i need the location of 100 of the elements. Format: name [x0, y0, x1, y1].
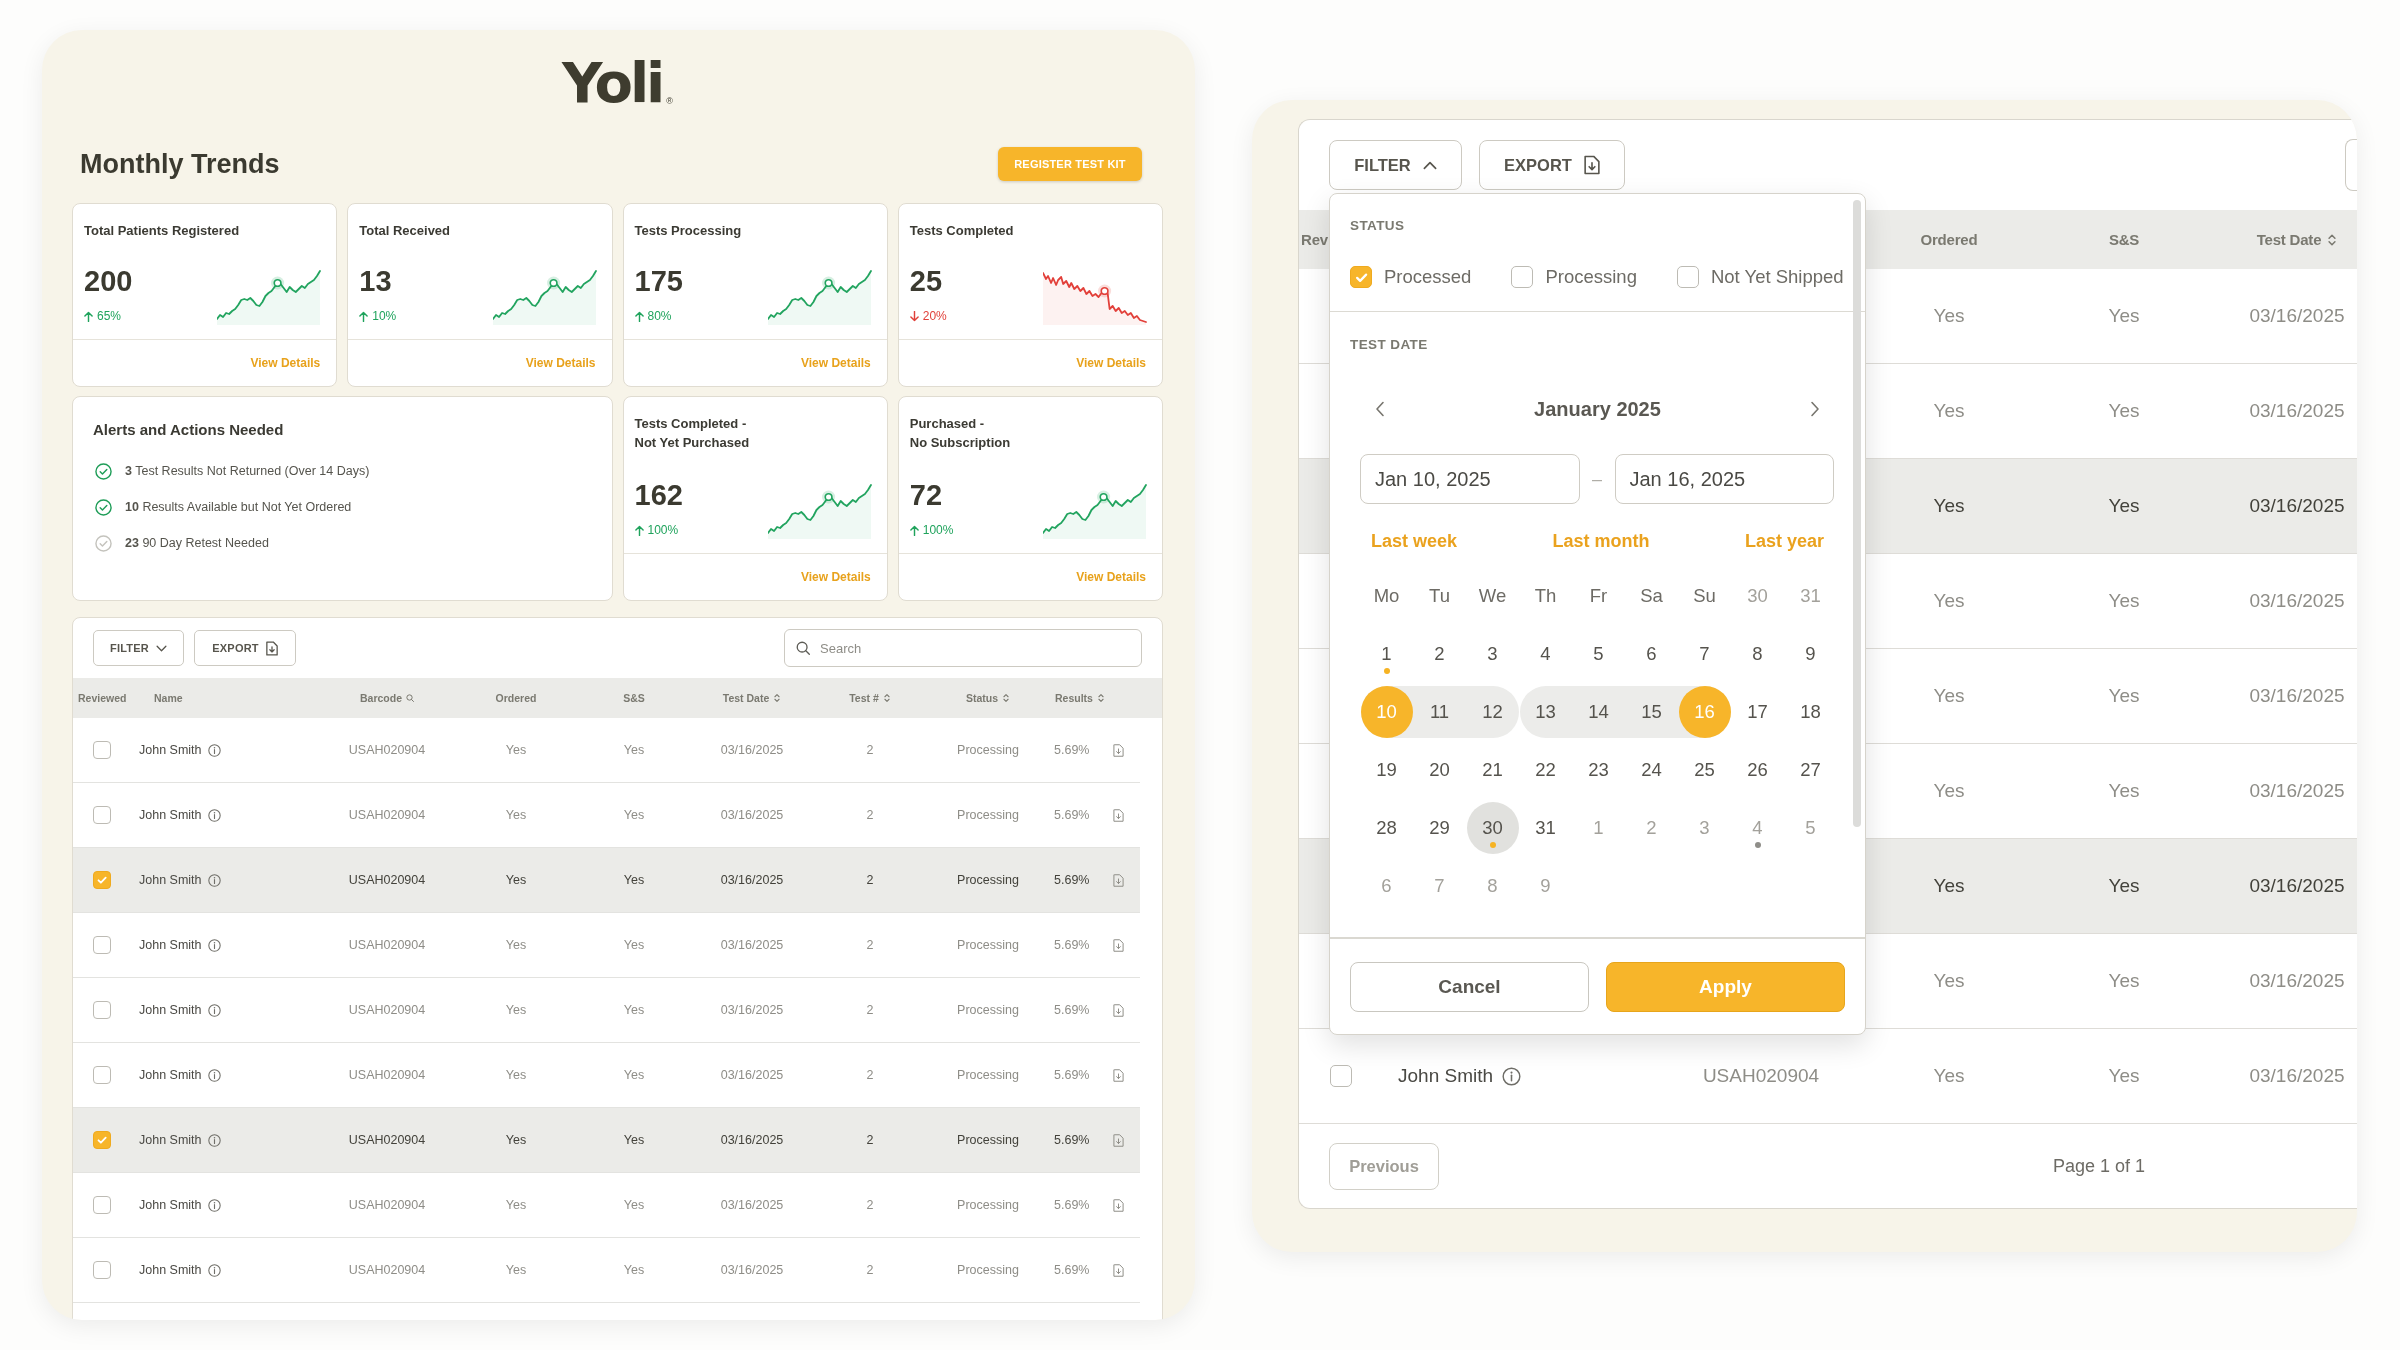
change-percent: 65%: [97, 308, 122, 325]
test-date-cell: 03/16/2025: [2249, 305, 2345, 327]
test-date-cell: 03/16/2025: [720, 743, 784, 757]
test-date-cell: 03/16/2025: [720, 873, 784, 887]
status-cell: Processing: [957, 1198, 1019, 1212]
test-number-cell: 2: [866, 1133, 874, 1147]
ordered-cell: Yes: [1933, 495, 1965, 517]
test-number-cell: 2: [866, 1003, 874, 1017]
patient-name: John Smith: [139, 1003, 202, 1017]
weekday-label: Tu: [1429, 585, 1450, 607]
patient-name: John Smith: [139, 1133, 202, 1147]
ss-cell: Yes: [2108, 305, 2140, 327]
column-header: Name: [154, 692, 183, 704]
test-date-cell: 03/16/2025: [720, 1003, 784, 1017]
ss-cell: Yes: [2108, 685, 2140, 707]
column-header: Ordered: [1920, 231, 1978, 248]
test-number-cell: 2: [866, 873, 874, 887]
status-cell: Processing: [957, 808, 1019, 822]
ss-cell: Yes: [623, 1068, 645, 1082]
change-percent: 100%: [647, 522, 679, 539]
ss-cell: Yes: [2108, 1065, 2140, 1087]
test-date-cell: 03/16/2025: [2249, 400, 2345, 422]
test-date-cell: 03/16/2025: [720, 1198, 784, 1212]
column-header: Reviewed: [78, 692, 127, 704]
ordered-cell: Yes: [505, 1133, 527, 1147]
patient-name: John Smith: [139, 743, 202, 757]
ss-cell: Yes: [2108, 970, 2140, 992]
ordered-cell: Yes: [1933, 400, 1965, 422]
ss-cell: Yes: [623, 1263, 645, 1277]
stat-value: 200: [84, 264, 133, 298]
ordered-cell: Yes: [1933, 970, 1965, 992]
range-separator: –: [1591, 468, 1603, 490]
status-cell: Processing: [957, 1003, 1019, 1017]
status-cell: Processing: [957, 1068, 1019, 1082]
card-title: Total Patients Registered: [84, 222, 241, 240]
change-percent: 80%: [647, 308, 672, 325]
patient-name: John Smith: [139, 1198, 202, 1212]
column-header: Ordered: [495, 692, 537, 704]
patient-name: John Smith: [1398, 1065, 1494, 1087]
weekday-label: Fr: [1589, 585, 1608, 607]
alert-text: 23 90 Day Retest Needed: [125, 536, 269, 550]
result-cell: 5.69%: [1054, 1263, 1090, 1277]
card-title: Purchased - No Subscription: [909, 415, 1012, 452]
result-cell: 5.69%: [1054, 743, 1090, 757]
test-date-cell: 03/16/2025: [2249, 495, 2345, 517]
barcode-cell: USAH020904: [1702, 1065, 1820, 1087]
month-title: January 2025: [1534, 397, 1661, 421]
ss-cell: Yes: [623, 873, 645, 887]
barcode-cell: USAH020904: [348, 743, 426, 757]
test-date-cell: 03/16/2025: [720, 1068, 784, 1082]
ss-cell: Yes: [2108, 590, 2140, 612]
ordered-cell: Yes: [1933, 875, 1965, 897]
ordered-cell: Yes: [505, 1198, 527, 1212]
stat-value: 13: [359, 264, 393, 298]
page-title: Monthly Trends: [80, 148, 280, 180]
ss-cell: Yes: [623, 743, 645, 757]
alert-text: 10 Results Available but Not Yet Ordered: [125, 500, 352, 514]
result-cell: 5.69%: [1054, 1133, 1090, 1147]
test-number-cell: 2: [866, 743, 874, 757]
ordered-cell: Yes: [505, 808, 527, 822]
patient-name: John Smith: [139, 1263, 202, 1277]
ss-cell: Yes: [623, 1003, 645, 1017]
stat-value: 162: [634, 478, 683, 512]
logo: Yoli: [562, 55, 663, 111]
status-cell: Processing: [957, 1263, 1019, 1277]
barcode-cell: USAH020904: [348, 938, 426, 952]
result-cell: 5.69%: [1054, 938, 1090, 952]
status-cell: Processing: [957, 743, 1019, 757]
test-date-cell: 03/16/2025: [720, 938, 784, 952]
column-header: Test Date: [722, 692, 770, 704]
ss-cell: Yes: [2108, 780, 2140, 802]
ss-cell: Yes: [2108, 400, 2140, 422]
registered-mark: ®: [666, 96, 673, 106]
ss-cell: Yes: [623, 938, 645, 952]
change-percent: 10%: [372, 308, 397, 325]
barcode-cell: USAH020904: [348, 1198, 426, 1212]
ss-cell: Yes: [623, 808, 645, 822]
test-date-cell: 03/16/2025: [2249, 970, 2345, 992]
page-indicator: Page 1 of 1: [2053, 1155, 2146, 1177]
ordered-cell: Yes: [1933, 685, 1965, 707]
result-cell: 5.69%: [1054, 1198, 1090, 1212]
patient-name: John Smith: [139, 873, 202, 887]
ss-cell: Yes: [623, 1198, 645, 1212]
result-cell: 5.69%: [1054, 808, 1090, 822]
ss-cell: Yes: [2108, 495, 2140, 517]
ordered-cell: Yes: [1933, 590, 1965, 612]
stat-value: 25: [909, 264, 943, 298]
test-date-cell: 03/16/2025: [2249, 685, 2345, 707]
ordered-cell: Yes: [505, 743, 527, 757]
status-cell: Processing: [957, 1133, 1019, 1147]
weekday-label: Mo: [1373, 585, 1400, 607]
ss-cell: Yes: [2108, 875, 2140, 897]
card-title: Total Received: [359, 222, 452, 240]
test-date-cell: 03/16/2025: [720, 1133, 784, 1147]
alert-text: 3 Test Results Not Returned (Over 14 Days): [125, 464, 370, 478]
test-date-cell: 03/16/2025: [2249, 780, 2345, 802]
test-number-cell: 2: [866, 1263, 874, 1277]
ordered-cell: Yes: [505, 873, 527, 887]
ss-cell: Yes: [623, 1133, 645, 1147]
barcode-cell: USAH020904: [348, 1003, 426, 1017]
